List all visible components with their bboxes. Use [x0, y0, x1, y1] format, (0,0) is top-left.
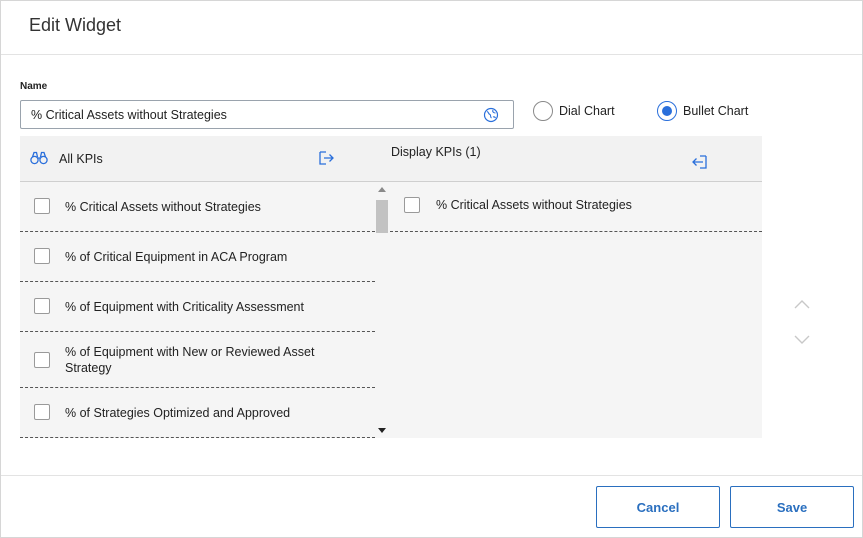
chevron-down-icon[interactable] — [793, 333, 811, 347]
kpi-checkbox[interactable] — [34, 248, 50, 264]
display-kpis-title: Display KPIs (1) — [391, 145, 481, 159]
bullet-chart-label: Bullet Chart — [683, 104, 749, 118]
all-kpis-panel: All KPIs % Critical Assets without Strat… — [20, 136, 390, 438]
display-kpi-checkbox[interactable] — [404, 197, 420, 213]
edit-widget-dialog: Edit Widget Name Dial Chart Bullet Chart… — [0, 0, 863, 538]
dialog-header: Edit Widget — [1, 1, 862, 55]
display-kpi-label: % Critical Assets without Strategies — [436, 197, 632, 212]
name-label: Name — [20, 81, 48, 92]
list-item[interactable]: % of Critical Equipment in ACA Program — [20, 232, 375, 282]
dial-chart-radio[interactable]: Dial Chart — [533, 100, 615, 122]
dialog-title: Edit Widget — [29, 15, 122, 35]
kpi-label: % of Equipment with Criticality Assessme… — [65, 300, 304, 314]
all-kpis-list: % Critical Assets without Strategies % o… — [20, 182, 375, 438]
move-to-display-icon[interactable] — [318, 149, 336, 167]
display-kpis-list: % Critical Assets without Strategies — [390, 182, 762, 232]
all-kpis-header: All KPIs — [20, 136, 390, 182]
kpi-label: % Critical Assets without Strategies — [65, 200, 261, 214]
binoculars-icon[interactable] — [30, 150, 48, 166]
kpi-label: % of Equipment with New or Reviewed Asse… — [65, 345, 315, 375]
display-kpis-panel: Display KPIs (1) % Critical Assets witho… — [390, 136, 762, 438]
chevron-up-icon[interactable] — [793, 297, 811, 311]
bullet-chart-radio[interactable]: Bullet Chart — [657, 100, 748, 122]
kpi-checkbox[interactable] — [34, 298, 50, 314]
display-kpis-header: Display KPIs (1) — [390, 136, 762, 182]
list-item[interactable]: % of Equipment with New or Reviewed Asse… — [20, 332, 375, 388]
remove-from-display-icon[interactable] — [690, 153, 708, 171]
kpi-label: % of Critical Equipment in ACA Program — [65, 250, 288, 264]
list-item[interactable]: % Critical Assets without Strategies — [20, 182, 375, 232]
name-input[interactable] — [31, 101, 471, 128]
scroll-down-icon[interactable] — [378, 428, 386, 433]
globe-icon[interactable] — [483, 107, 499, 123]
cancel-button[interactable]: Cancel — [596, 486, 720, 528]
scroll-thumb[interactable] — [376, 200, 388, 233]
all-kpis-title: All KPIs — [59, 152, 103, 166]
scroll-up-icon[interactable] — [378, 187, 386, 192]
kpi-checkbox[interactable] — [34, 198, 50, 214]
save-button[interactable]: Save — [730, 486, 854, 528]
kpi-checkbox[interactable] — [34, 404, 50, 420]
list-item[interactable]: % of Strategies Optimized and Approved — [20, 388, 375, 438]
all-kpis-scrollbar[interactable] — [375, 182, 390, 438]
dial-chart-label: Dial Chart — [559, 104, 615, 118]
kpi-checkbox[interactable] — [34, 352, 50, 368]
bullet-chart-radio-circle[interactable] — [657, 101, 677, 121]
list-item[interactable]: % Critical Assets without Strategies — [390, 182, 762, 232]
dial-chart-radio-circle[interactable] — [533, 101, 553, 121]
list-item[interactable]: % of Equipment with Criticality Assessme… — [20, 282, 375, 332]
kpi-label: % of Strategies Optimized and Approved — [65, 406, 291, 420]
name-field[interactable] — [20, 100, 514, 129]
